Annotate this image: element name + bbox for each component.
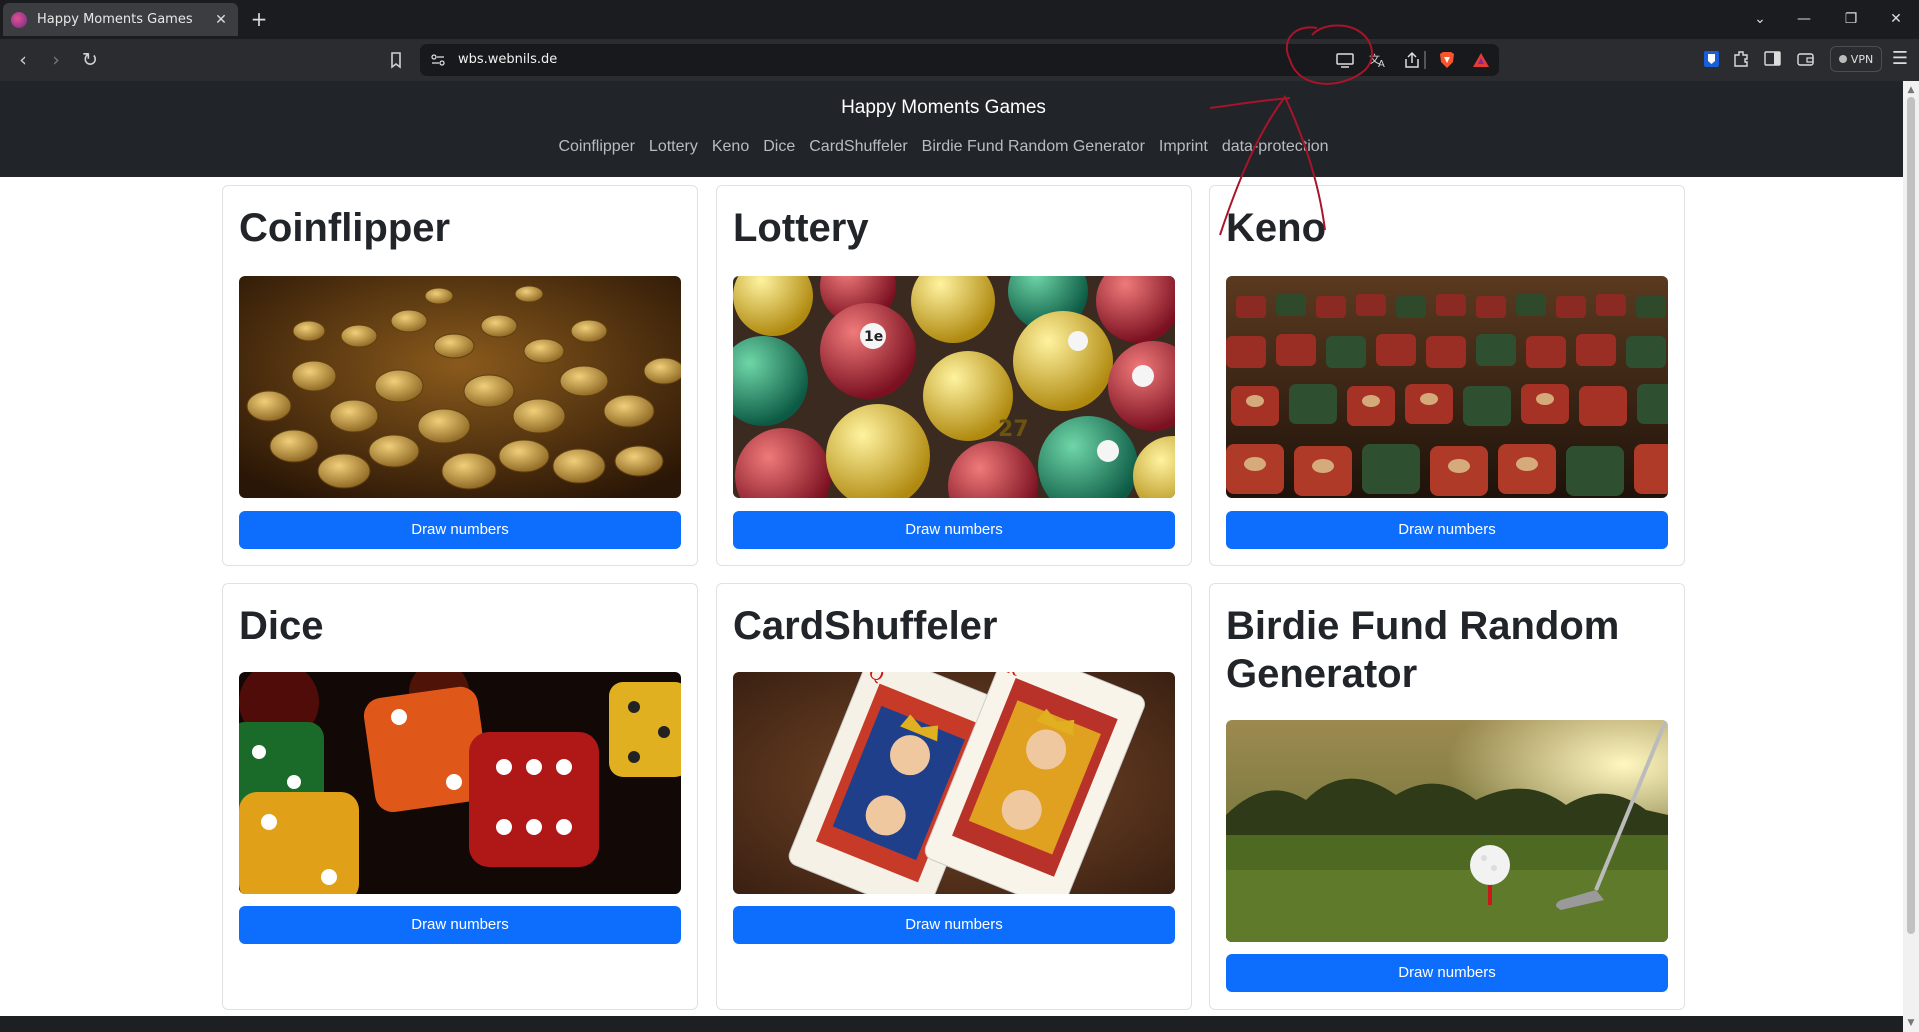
game-card-cardshuffeler: CardShuffeler Q Draw numbers bbox=[716, 583, 1192, 1010]
game-card-keno: Keno Draw numbers bbox=[1209, 185, 1685, 566]
brave-shields-icon[interactable] bbox=[1436, 50, 1458, 70]
url-text[interactable]: wbs.webnils.de bbox=[458, 52, 557, 67]
reload-button[interactable]: ↻ bbox=[76, 47, 104, 73]
lottery-balls-photo: 1e 27 bbox=[733, 276, 1175, 498]
keno-dice-photo bbox=[1226, 276, 1668, 498]
draw-numbers-button[interactable]: Draw numbers bbox=[733, 511, 1175, 549]
site-nav: Coinflipper Lottery Keno Dice CardShuffeler B… bbox=[0, 138, 1887, 156]
card-title: Keno bbox=[1226, 206, 1326, 250]
svg-text:27: 27 bbox=[998, 417, 1029, 442]
scroll-up-arrow-icon[interactable]: ▲ bbox=[1906, 85, 1916, 95]
game-card-birdie-fund: Birdie Fund Random Generator Draw number… bbox=[1209, 583, 1685, 1010]
nav-link-coinflipper[interactable]: Coinflipper bbox=[558, 138, 634, 155]
gold-coins-photo bbox=[239, 276, 681, 498]
nav-link-data-protection[interactable]: data-protection bbox=[1222, 138, 1329, 155]
separator bbox=[1424, 51, 1426, 69]
menu-icon[interactable]: ☰ bbox=[1890, 48, 1910, 72]
draw-numbers-button[interactable]: Draw numbers bbox=[1226, 954, 1668, 992]
site-header: Happy Moments Games Coinflipper Lottery Ke… bbox=[0, 81, 1903, 177]
card-title: CardShuffeler bbox=[733, 604, 998, 648]
game-card-lottery: Lottery 1e 27 Draw numbers bbox=[716, 185, 1192, 566]
site-info-icon[interactable] bbox=[430, 52, 446, 68]
tab-title: Happy Moments Games bbox=[37, 12, 193, 27]
nav-link-imprint[interactable]: Imprint bbox=[1159, 138, 1208, 155]
card-title: Lottery bbox=[733, 206, 869, 250]
tab-strip: Happy Moments Games ✕ + ⌄ — ❐ ✕ bbox=[0, 0, 1919, 39]
browser-window: Happy Moments Games ✕ + ⌄ — ❐ ✕ ‹ › ↻ wb… bbox=[0, 0, 1919, 1032]
extensions-puzzle-icon[interactable] bbox=[1730, 49, 1752, 69]
vpn-label: VPN bbox=[1850, 52, 1874, 66]
browser-toolbar: ‹ › ↻ wbs.webnils.de 文A VPN ☰ bbox=[0, 39, 1919, 81]
golf-ball-photo bbox=[1226, 720, 1668, 942]
cast-icon[interactable] bbox=[1334, 50, 1356, 70]
restore-button[interactable]: ❐ bbox=[1833, 6, 1869, 32]
vpn-button[interactable]: VPN bbox=[1830, 46, 1882, 72]
svg-text:A: A bbox=[1378, 59, 1385, 70]
tab-active[interactable]: Happy Moments Games ✕ bbox=[3, 3, 238, 36]
playing-cards-photo: Q K bbox=[733, 672, 1175, 894]
translate-icon[interactable]: 文A bbox=[1367, 50, 1389, 70]
card-title: Coinflipper bbox=[239, 206, 451, 250]
draw-numbers-button[interactable]: Draw numbers bbox=[1226, 511, 1668, 549]
sidebar-toggle-icon[interactable] bbox=[1762, 49, 1784, 69]
address-bar[interactable]: wbs.webnils.de 文A bbox=[420, 44, 1499, 76]
share-icon[interactable] bbox=[1401, 50, 1423, 70]
new-tab-button[interactable]: + bbox=[246, 6, 272, 32]
vertical-scrollbar[interactable]: ▲ ▼ bbox=[1903, 81, 1919, 1032]
bookmark-icon[interactable] bbox=[383, 48, 409, 72]
site-title: Happy Moments Games bbox=[841, 97, 1046, 118]
back-button[interactable]: ‹ bbox=[9, 47, 37, 73]
close-icon[interactable]: ✕ bbox=[212, 12, 230, 28]
minimize-button[interactable]: — bbox=[1786, 6, 1822, 32]
bitwarden-extension-icon[interactable] bbox=[1701, 49, 1723, 69]
card-title: Birdie Fund Random Generator bbox=[1226, 604, 1620, 696]
nav-link-keno[interactable]: Keno bbox=[712, 138, 749, 155]
page-viewport: Happy Moments Games Coinflipper Lottery Ke… bbox=[0, 81, 1903, 1016]
nav-link-lottery[interactable]: Lottery bbox=[649, 138, 698, 155]
colorful-dice-photo bbox=[239, 672, 681, 894]
brave-rewards-icon[interactable] bbox=[1470, 50, 1492, 70]
game-card-coinflipper: Coinflipper Draw numbers bbox=[222, 185, 698, 566]
wallet-icon[interactable] bbox=[1795, 49, 1817, 69]
tab-search-chevron-icon[interactable]: ⌄ bbox=[1742, 6, 1778, 32]
nav-link-birdie-fund[interactable]: Birdie Fund Random Generator bbox=[922, 138, 1145, 155]
bottom-edge bbox=[0, 1016, 1903, 1032]
draw-numbers-button[interactable]: Draw numbers bbox=[239, 906, 681, 944]
vpn-status-icon bbox=[1838, 55, 1847, 63]
close-window-button[interactable]: ✕ bbox=[1878, 6, 1914, 32]
draw-numbers-button[interactable]: Draw numbers bbox=[733, 906, 1175, 944]
brave-logo-icon bbox=[11, 11, 27, 28]
scroll-down-arrow-icon[interactable]: ▼ bbox=[1906, 1018, 1916, 1028]
game-card-dice: Dice Draw numbers bbox=[222, 583, 698, 1010]
nav-link-dice[interactable]: Dice bbox=[763, 138, 795, 155]
nav-link-cardshuffeler[interactable]: CardShuffeler bbox=[809, 138, 907, 155]
forward-button[interactable]: › bbox=[42, 47, 70, 73]
card-title: Dice bbox=[239, 604, 324, 648]
scroll-thumb[interactable] bbox=[1907, 97, 1915, 934]
draw-numbers-button[interactable]: Draw numbers bbox=[239, 511, 681, 549]
svg-text:1e: 1e bbox=[864, 329, 883, 345]
